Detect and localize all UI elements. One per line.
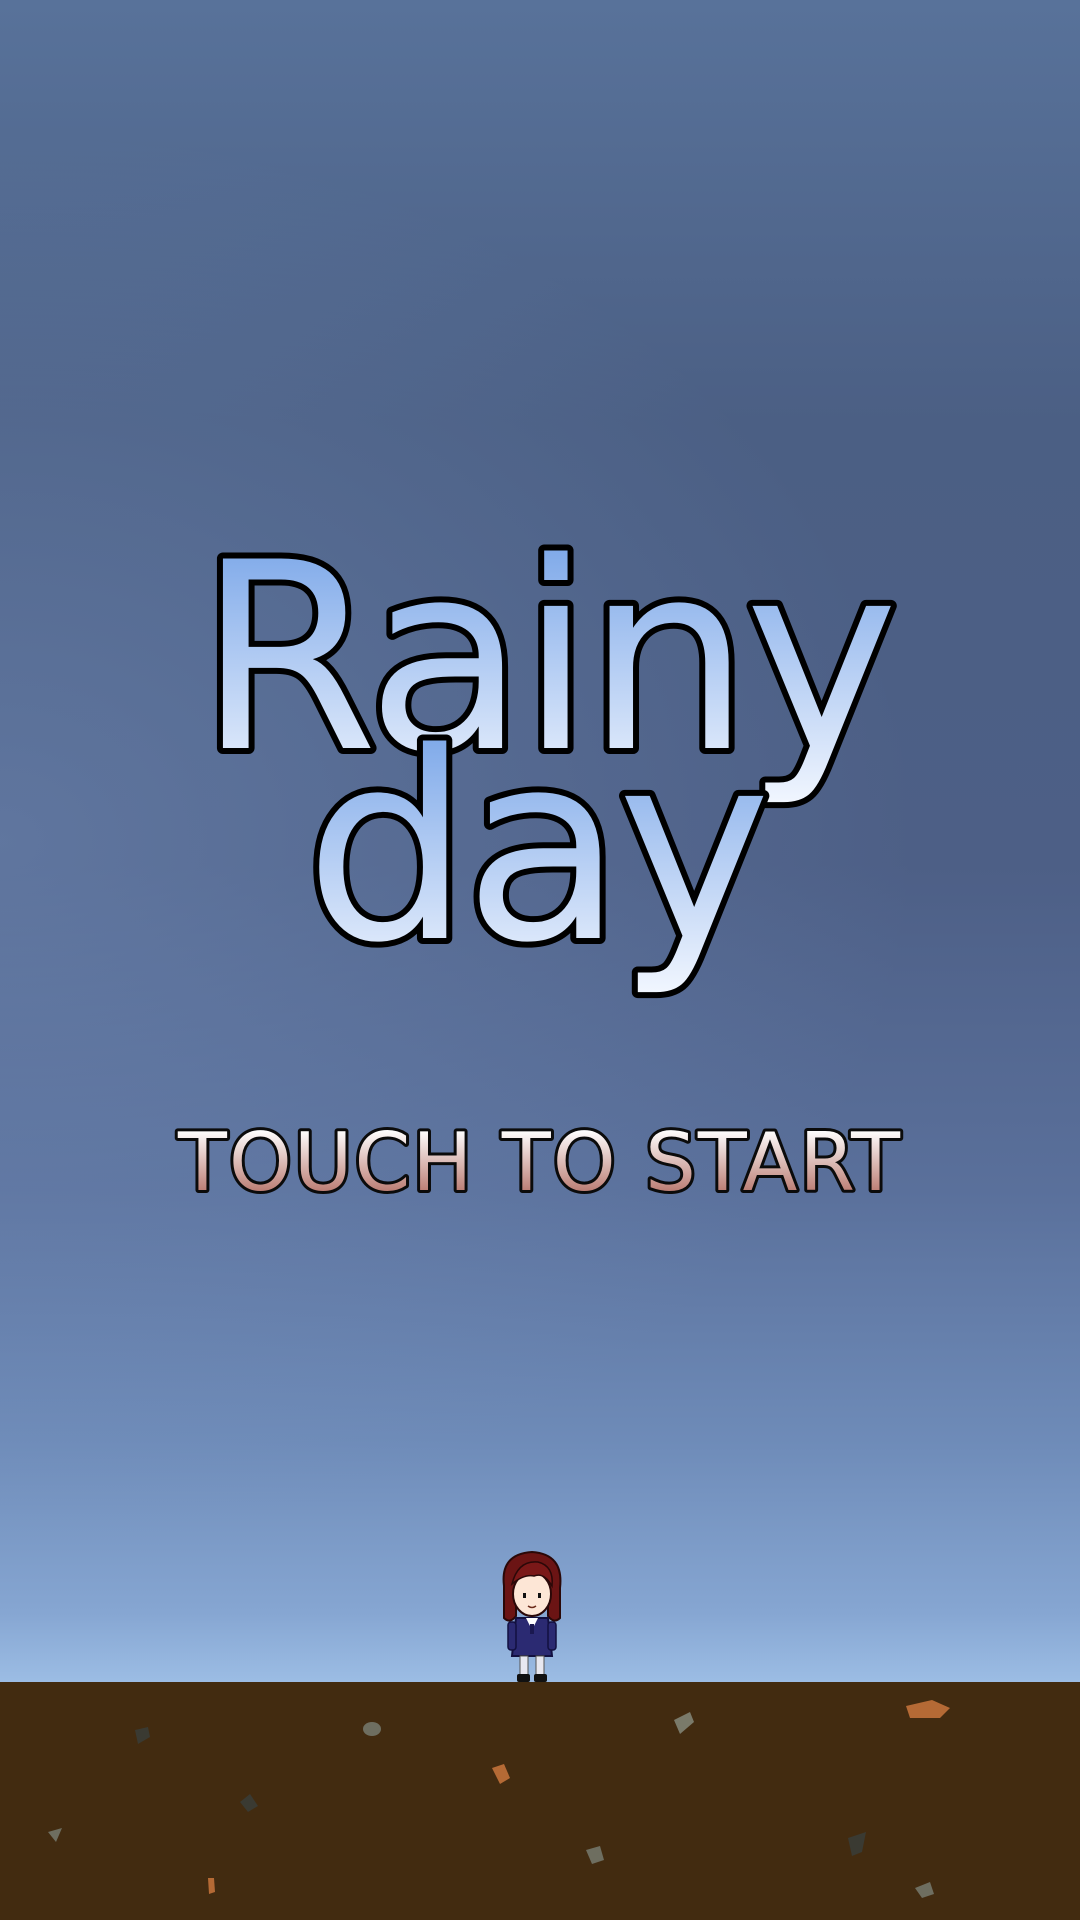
title-line-2: day — [305, 698, 765, 1000]
ground — [0, 1682, 1080, 1920]
girl-character-icon — [502, 1550, 562, 1682]
start-prompt-text: TOUCH TO START — [177, 1116, 902, 1209]
pebbles-icon — [48, 1700, 950, 1898]
touch-to-start-button[interactable]: TOUCH TO START — [0, 1090, 1080, 1220]
game-title: Rainy day — [191, 502, 904, 1006]
game-screen[interactable]: Rainy day TOUCH TO START — [0, 0, 1080, 1920]
